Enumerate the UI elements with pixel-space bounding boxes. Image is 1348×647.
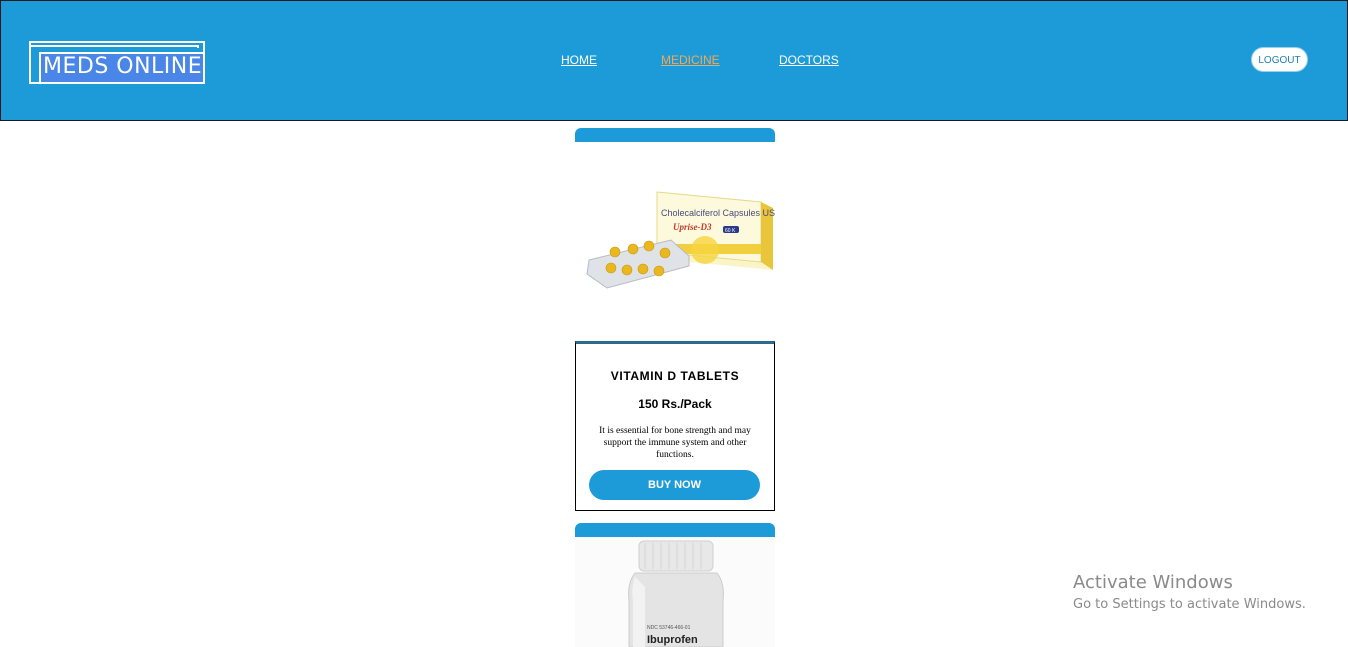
watermark-subtitle: Go to Settings to activate Windows. [1073,597,1306,612]
ibuprofen-bottle-image: NDC 53746-466-01 Ibuprofen [575,537,775,647]
product-description: It is essential for bone strength and ma… [599,426,751,460]
vitamin-d-capsules-pack-image: Cholecalciferol Capsules USP Uprise-D3 6… [575,142,775,341]
nav-doctors[interactable]: DOCTORS [779,53,839,67]
watermark-title: Activate Windows [1073,572,1233,593]
nav-home[interactable]: HOME [561,53,597,67]
bottle-code: NDC 53746-466-01 [647,625,691,631]
site-header: MEDS ONLINE HOME MEDICINE DOCTORS LOGOUT [0,0,1348,121]
product-price: 150 Rs./Pack [638,397,712,411]
product-card-top-bar [575,523,775,537]
windows-activation-watermark: Activate Windows Go to Settings to activ… [1073,572,1306,614]
product-card-vitamin-d: VITAMIN D TABLETS 150 Rs./Pack It is ess… [575,341,775,511]
box-brand: Uprise-D3 [673,222,712,232]
box-text: Cholecalciferol Capsules USP [661,208,775,218]
buy-now-button[interactable]: BUY NOW [589,470,760,500]
product-title: VITAMIN D TABLETS [610,369,740,383]
box-badge: 60 K [725,228,736,234]
product-card-top-bar [575,128,775,142]
site-logo[interactable]: MEDS ONLINE [29,41,205,84]
logout-button[interactable]: LOGOUT [1251,47,1308,72]
bottle-label: Ibuprofen [647,634,698,646]
logo-frame-line [31,45,199,48]
nav-medicine[interactable]: MEDICINE [661,53,720,67]
logo-text: MEDS ONLINE [43,54,203,79]
